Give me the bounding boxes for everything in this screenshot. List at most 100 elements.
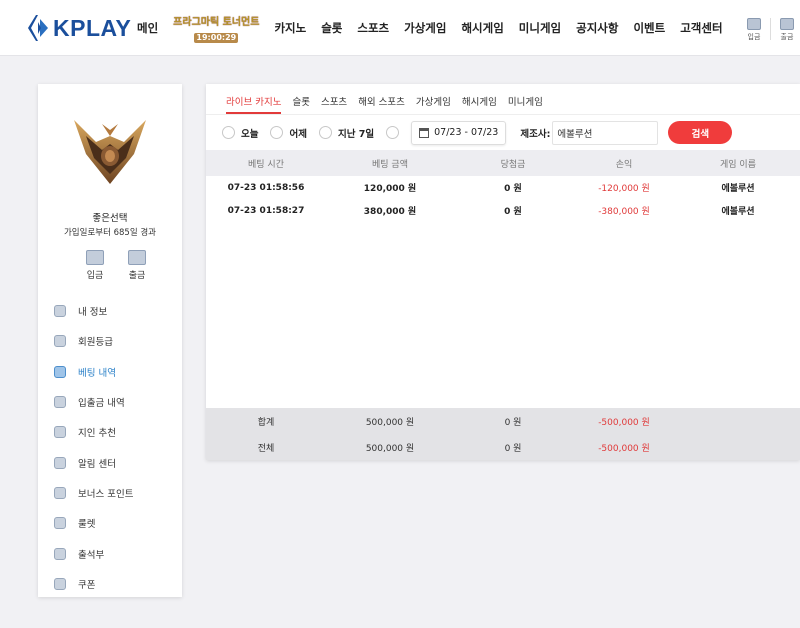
sidebar-withdraw-button[interactable]: 출금 [122, 250, 152, 281]
totals-row-all: 전체 500,000 원 0 원 -500,000 원 [206, 434, 800, 460]
radio-yesterday[interactable]: 어제 [270, 126, 307, 140]
bet-amount: 380,000 원 [363, 207, 417, 217]
table-row: 07-23 01:58:27 380,000 원 0 원 -380,000 원 … [206, 199, 800, 222]
nav-mini[interactable]: 미니게임 [519, 20, 561, 36]
game-name: 에볼루션 [721, 184, 755, 194]
radio-today[interactable]: 오늘 [222, 126, 258, 140]
nav-hash[interactable]: 해시게임 [461, 20, 503, 36]
totals-row-sum: 합계 500,000 원 0 원 -500,000 원 [206, 408, 800, 434]
sidebar-deposit-label: 입금 [86, 271, 104, 281]
main-nav: 메인 프라그마틱 토너먼트 19:00:29 카지노 슬롯 스포츠 가상게임 해… [137, 0, 738, 56]
header-withdraw-label: 출금 [780, 33, 794, 41]
totals-profit-loss: -500,000 원 [598, 417, 650, 428]
nav-promo-tournament[interactable]: 프라그마틱 토너먼트 19:00:29 [173, 17, 259, 43]
betting-history-panel: 라이브 카지노 슬롯 스포츠 해외 스포츠 가상게임 해시게임 미니게임 오늘 … [206, 84, 800, 460]
table-totals: 합계 500,000 원 0 원 -500,000 원 전체 500,000 원… [206, 408, 800, 460]
tab-mini[interactable]: 미니게임 [508, 94, 543, 114]
nav-casino[interactable]: 카지노 [274, 20, 306, 36]
table-row: 07-23 01:58:56 120,000 원 0 원 -120,000 원 … [206, 176, 800, 199]
sidebar-item-label: 알림 센터 [78, 458, 116, 470]
totals-winnings: 0 원 [504, 443, 522, 454]
sidebar-item-roulette[interactable]: 룰렛 [54, 508, 133, 538]
column-header-game-name: 게임 이름 [720, 159, 756, 170]
chat-icon [54, 456, 66, 469]
promo-title: 프라그마틱 토너먼트 [173, 17, 260, 28]
coin-icon [54, 486, 66, 499]
sidebar-item-bonus-points[interactable]: 보너스 포인트 [54, 478, 133, 508]
wallet-icon [86, 250, 104, 265]
sidebar-item-label: 출석부 [78, 549, 105, 561]
radio-circle-icon [318, 126, 332, 139]
radio-custom-range[interactable] [386, 126, 405, 139]
nav-support[interactable]: 고객센터 [680, 20, 722, 36]
radio-yesterday-label: 어제 [289, 128, 307, 140]
promo-timer: 19:00:29 [194, 33, 239, 43]
tab-live-casino[interactable]: 라이브 카지노 [226, 94, 282, 114]
tab-hash[interactable]: 해시게임 [462, 94, 497, 114]
brand-name: KPLAY [53, 14, 132, 41]
logo[interactable]: KPLAY [27, 13, 131, 43]
bet-time: 07-23 01:58:27 [227, 205, 305, 216]
shield-icon [54, 335, 66, 348]
sidebar-item-my-info[interactable]: 내 정보 [54, 296, 133, 326]
totals-bet-amount: 500,000 원 [365, 443, 415, 454]
wallet-icon [128, 250, 146, 265]
sidebar-item-member-level[interactable]: 회원등급 [54, 326, 133, 356]
date-range-picker[interactable]: 07/23 - 07/23 [411, 120, 507, 145]
column-header-bet-time: 베팅 시간 [248, 159, 284, 170]
header-withdraw-button[interactable]: 출금 [777, 18, 797, 42]
maker-input[interactable] [552, 120, 659, 145]
radio-circle-icon [386, 126, 400, 139]
totals-bet-amount: 500,000 원 [365, 417, 415, 428]
coupon-icon [54, 577, 66, 590]
nav-event[interactable]: 이벤트 [633, 20, 665, 36]
column-header-profit-loss: 손익 [615, 159, 633, 170]
header-actions: 입금 출금 [744, 18, 797, 42]
totals-label: 합계 [257, 417, 275, 428]
sidebar-item-label: 회원등급 [78, 337, 113, 349]
sidebar-item-notifications[interactable]: 알림 센터 [54, 447, 133, 477]
transfer-icon [54, 396, 66, 409]
maker-label: 제조사: [520, 128, 551, 140]
radio-last-7-days[interactable]: 지난 7일 [318, 126, 375, 140]
column-header-bet-amount: 베팅 금액 [372, 159, 408, 170]
radio-circle-icon [270, 126, 284, 139]
radio-last7-label: 지난 7일 [337, 128, 375, 140]
winnings: 0 원 [504, 184, 522, 194]
sidebar-item-coupon[interactable]: 쿠폰 [54, 569, 133, 599]
sidebar-item-referral[interactable]: 지인 추천 [54, 417, 133, 447]
totals-label: 전체 [257, 443, 275, 454]
wallet-icon [747, 18, 761, 30]
bet-amount: 120,000 원 [363, 184, 417, 194]
tab-sports[interactable]: 스포츠 [321, 94, 347, 114]
sidebar-item-transactions[interactable]: 입출금 내역 [54, 387, 133, 417]
profit-loss: -120,000 원 [598, 184, 650, 194]
header-deposit-button[interactable]: 입금 [744, 18, 764, 42]
tab-overseas-sports[interactable]: 해외 스포츠 [358, 94, 405, 114]
search-button[interactable]: 검색 [668, 121, 733, 144]
nav-main[interactable]: 메인 [137, 20, 158, 36]
calendar-icon [54, 547, 66, 560]
nav-slot[interactable]: 슬롯 [321, 20, 342, 36]
nav-virtual[interactable]: 가상게임 [404, 20, 446, 36]
sidebar-withdraw-label: 출금 [128, 271, 146, 281]
radio-circle-icon [222, 126, 235, 139]
sidebar-deposit-button[interactable]: 입금 [80, 250, 110, 281]
sidebar-item-label: 베팅 내역 [78, 367, 116, 379]
logo-icon [28, 15, 48, 41]
tab-virtual[interactable]: 가상게임 [416, 94, 451, 114]
nav-sports[interactable]: 스포츠 [357, 20, 389, 36]
tab-slot[interactable]: 슬롯 [292, 94, 309, 114]
totals-winnings: 0 원 [504, 417, 522, 428]
nav-notice[interactable]: 공지사항 [576, 20, 618, 36]
rank-badge-icon [74, 120, 146, 184]
sidebar-item-attendance[interactable]: 출석부 [54, 538, 133, 568]
document-icon [54, 365, 66, 378]
sidebar-menu: 내 정보 회원등급 베팅 내역 입출금 내역 지인 추천 알림 센터 보너스 포… [54, 296, 133, 599]
divider [770, 18, 771, 40]
user-icon [54, 305, 66, 318]
joined-days: 가입일로부터 685일 경과 [63, 228, 156, 238]
totals-profit-loss: -500,000 원 [598, 443, 650, 454]
sidebar-item-betting-history[interactable]: 베팅 내역 [54, 357, 133, 387]
game-name: 에볼루션 [721, 207, 755, 217]
